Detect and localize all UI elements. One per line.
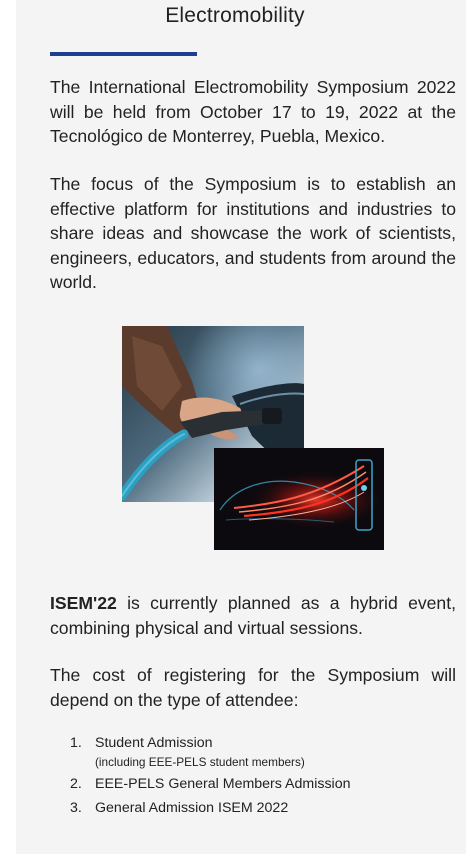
list-number: 2. <box>70 776 82 792</box>
event-abbreviation: ISEM'22 <box>50 593 117 613</box>
page: Electromobility The International Electr… <box>0 0 470 859</box>
hybrid-paragraph: ISEM'22 is currently planned as a hybrid… <box>50 591 456 640</box>
list-number: 3. <box>70 800 82 816</box>
list-sublabel: (including EEE-PELS student members) <box>95 755 305 769</box>
list-item: 1. Student Admission (including EEE-PELS… <box>70 733 450 770</box>
list-number: 1. <box>70 735 82 751</box>
list-item: 3. General Admission ISEM 2022 <box>70 798 450 818</box>
admission-list: 1. Student Admission (including EEE-PELS… <box>70 733 450 822</box>
title-accent-bar <box>50 52 197 56</box>
section-title: Electromobility <box>165 4 305 27</box>
focus-paragraph: The focus of the Symposium is to establi… <box>50 174 456 292</box>
list-item: 2. EEE-PELS General Members Admission <box>70 774 450 794</box>
cost-paragraph: The cost of registering for the Symposiu… <box>50 665 456 710</box>
list-label: General Admission ISEM 2022 <box>95 800 289 816</box>
list-label: Student Admission <box>95 735 213 751</box>
list-label: EEE-PELS General Members Admission <box>95 776 351 792</box>
red-light-trails-image <box>214 448 384 550</box>
intro-paragraph: The International Electromobility Sympos… <box>50 77 456 146</box>
light-trails-photo <box>214 448 384 550</box>
